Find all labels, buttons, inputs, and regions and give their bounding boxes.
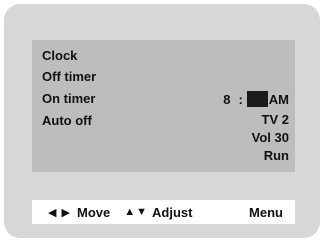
menu-item-auto-off[interactable]: Auto off [42,113,92,128]
on-timer-mode[interactable]: Run [264,148,289,163]
move-arrows-icon: ◀ ▶ [48,206,71,219]
menu-hint: Menu [249,204,283,220]
move-hint: Move [76,204,111,220]
adjust-arrows-icon: ▲▼ [124,206,148,218]
time-separator: : [238,91,243,107]
menu-item-off-timer[interactable]: Off timer [42,69,96,84]
tv-screen: Clock Off timer On timer Auto off 8 : AM… [4,4,320,238]
menu-item-clock[interactable]: Clock [42,48,77,63]
on-timer-hour[interactable]: 8 [223,92,230,107]
adjust-hint: Adjust [152,204,193,220]
minute-cursor-block[interactable] [246,91,268,107]
on-timer-ampm[interactable]: AM [269,92,289,107]
menu-panel: Clock Off timer On timer Auto off 8 : AM… [32,40,295,172]
menu-item-on-timer[interactable]: On timer [42,91,95,106]
on-timer-volume[interactable]: Vol 30 [252,130,289,145]
on-timer-time[interactable]: 8 : AM [223,90,289,108]
on-timer-channel[interactable]: TV 2 [262,112,289,127]
help-bar: ◀ ▶ Move ▲▼ Adjust Menu [32,200,295,224]
